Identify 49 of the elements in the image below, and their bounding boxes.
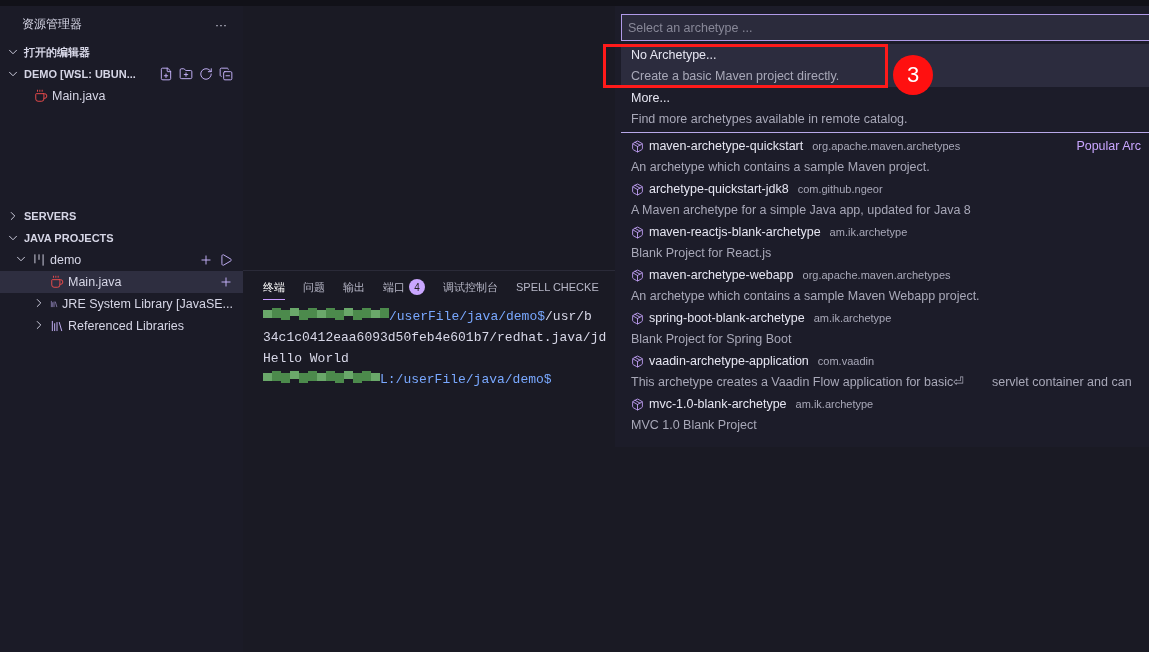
package-icon <box>631 269 644 282</box>
refresh-icon[interactable] <box>199 67 213 81</box>
terminal-text: Hello World <box>263 350 349 368</box>
package-icon <box>631 183 644 196</box>
archetype-option[interactable]: spring-boot-blank-archetype am.ik.archetype Blank Project for Spring Boot <box>621 307 1149 350</box>
package-icon <box>631 355 644 368</box>
tree-item[interactable]: Main.java <box>0 271 243 293</box>
panel-tab[interactable]: SPELL CHECKE <box>516 279 599 300</box>
terminal-text: /usr/b <box>545 308 592 326</box>
panel-tab[interactable]: 端口 4 <box>383 279 425 300</box>
panel-tab[interactable]: 调试控制台 <box>443 279 498 300</box>
archetype-option[interactable]: archetype-quickstart-jdk8 com.github.ngeor A Maven archetype for a simple Java app, updated for Java 8 <box>621 178 1149 221</box>
archetype-option[interactable]: mvc-1.0-blank-archetype am.ik.archetype MVC 1.0 Blank Project <box>621 393 1149 436</box>
file-item[interactable]: Main.java <box>0 85 243 107</box>
archetype-option[interactable]: maven-reactjs-blank-archetype am.ik.archetype Blank Project for React.js <box>621 221 1149 264</box>
section-header[interactable]: DEMO [WSL: UBUN... <box>0 63 243 85</box>
panel-tab[interactable]: 输出 <box>343 279 365 300</box>
count-badge: 4 <box>409 279 425 295</box>
library-icon <box>50 319 64 333</box>
java-file-icon <box>50 275 64 289</box>
section-header[interactable]: 打开的编辑器 <box>0 41 243 63</box>
new-file-icon[interactable] <box>159 67 173 81</box>
run-icon[interactable] <box>219 253 233 267</box>
panel-tab[interactable]: 终端 <box>263 279 285 300</box>
section-header[interactable]: JAVA PROJECTS <box>0 227 243 249</box>
archetype-option[interactable]: maven-archetype-quickstart org.apache.maven.archetypes Popular Arc An archetype which contains a sample Maven project. <box>621 135 1149 178</box>
tree-item[interactable]: JRE System Library [JavaSE... <box>0 293 243 315</box>
package-icon <box>631 140 644 153</box>
tree-item[interactable]: Referenced Libraries <box>0 315 243 337</box>
package-icon <box>631 398 644 411</box>
java-file-icon <box>34 89 48 103</box>
tree-item[interactable]: demo <box>0 249 243 271</box>
new-folder-icon[interactable] <box>179 67 193 81</box>
add-icon[interactable] <box>199 253 213 267</box>
terminal-path: /userFile/java/demo$ <box>389 308 546 326</box>
terminal-text: 34c1c0412eaa6093d50feb4e601b7/redhat.java/jd <box>263 329 607 347</box>
more-button[interactable]: ··· <box>215 17 227 32</box>
collapse-icon[interactable] <box>219 67 233 81</box>
package-icon <box>631 226 644 239</box>
section-header[interactable]: SERVERS <box>0 205 243 227</box>
panel-tab[interactable]: 问题 <box>303 279 325 300</box>
package-icon <box>631 312 644 325</box>
search-field[interactable]: Select an archetype ... <box>621 14 1149 41</box>
project-icon <box>32 253 46 267</box>
terminal-path: L:/userFile/java/demo$ <box>380 371 552 389</box>
archetype-option[interactable]: vaadin-archetype-application com.vaadin This archetype creates a Vaadin Flow application for basic⏎ servlet container and can <box>621 350 1149 393</box>
add-icon[interactable] <box>219 275 233 289</box>
explorer-title: 资源管理器 <box>22 16 82 33</box>
archetype-option[interactable]: maven-archetype-webapp org.apache.maven.archetypes An archetype which contains a sample Maven Webapp project. <box>621 264 1149 307</box>
